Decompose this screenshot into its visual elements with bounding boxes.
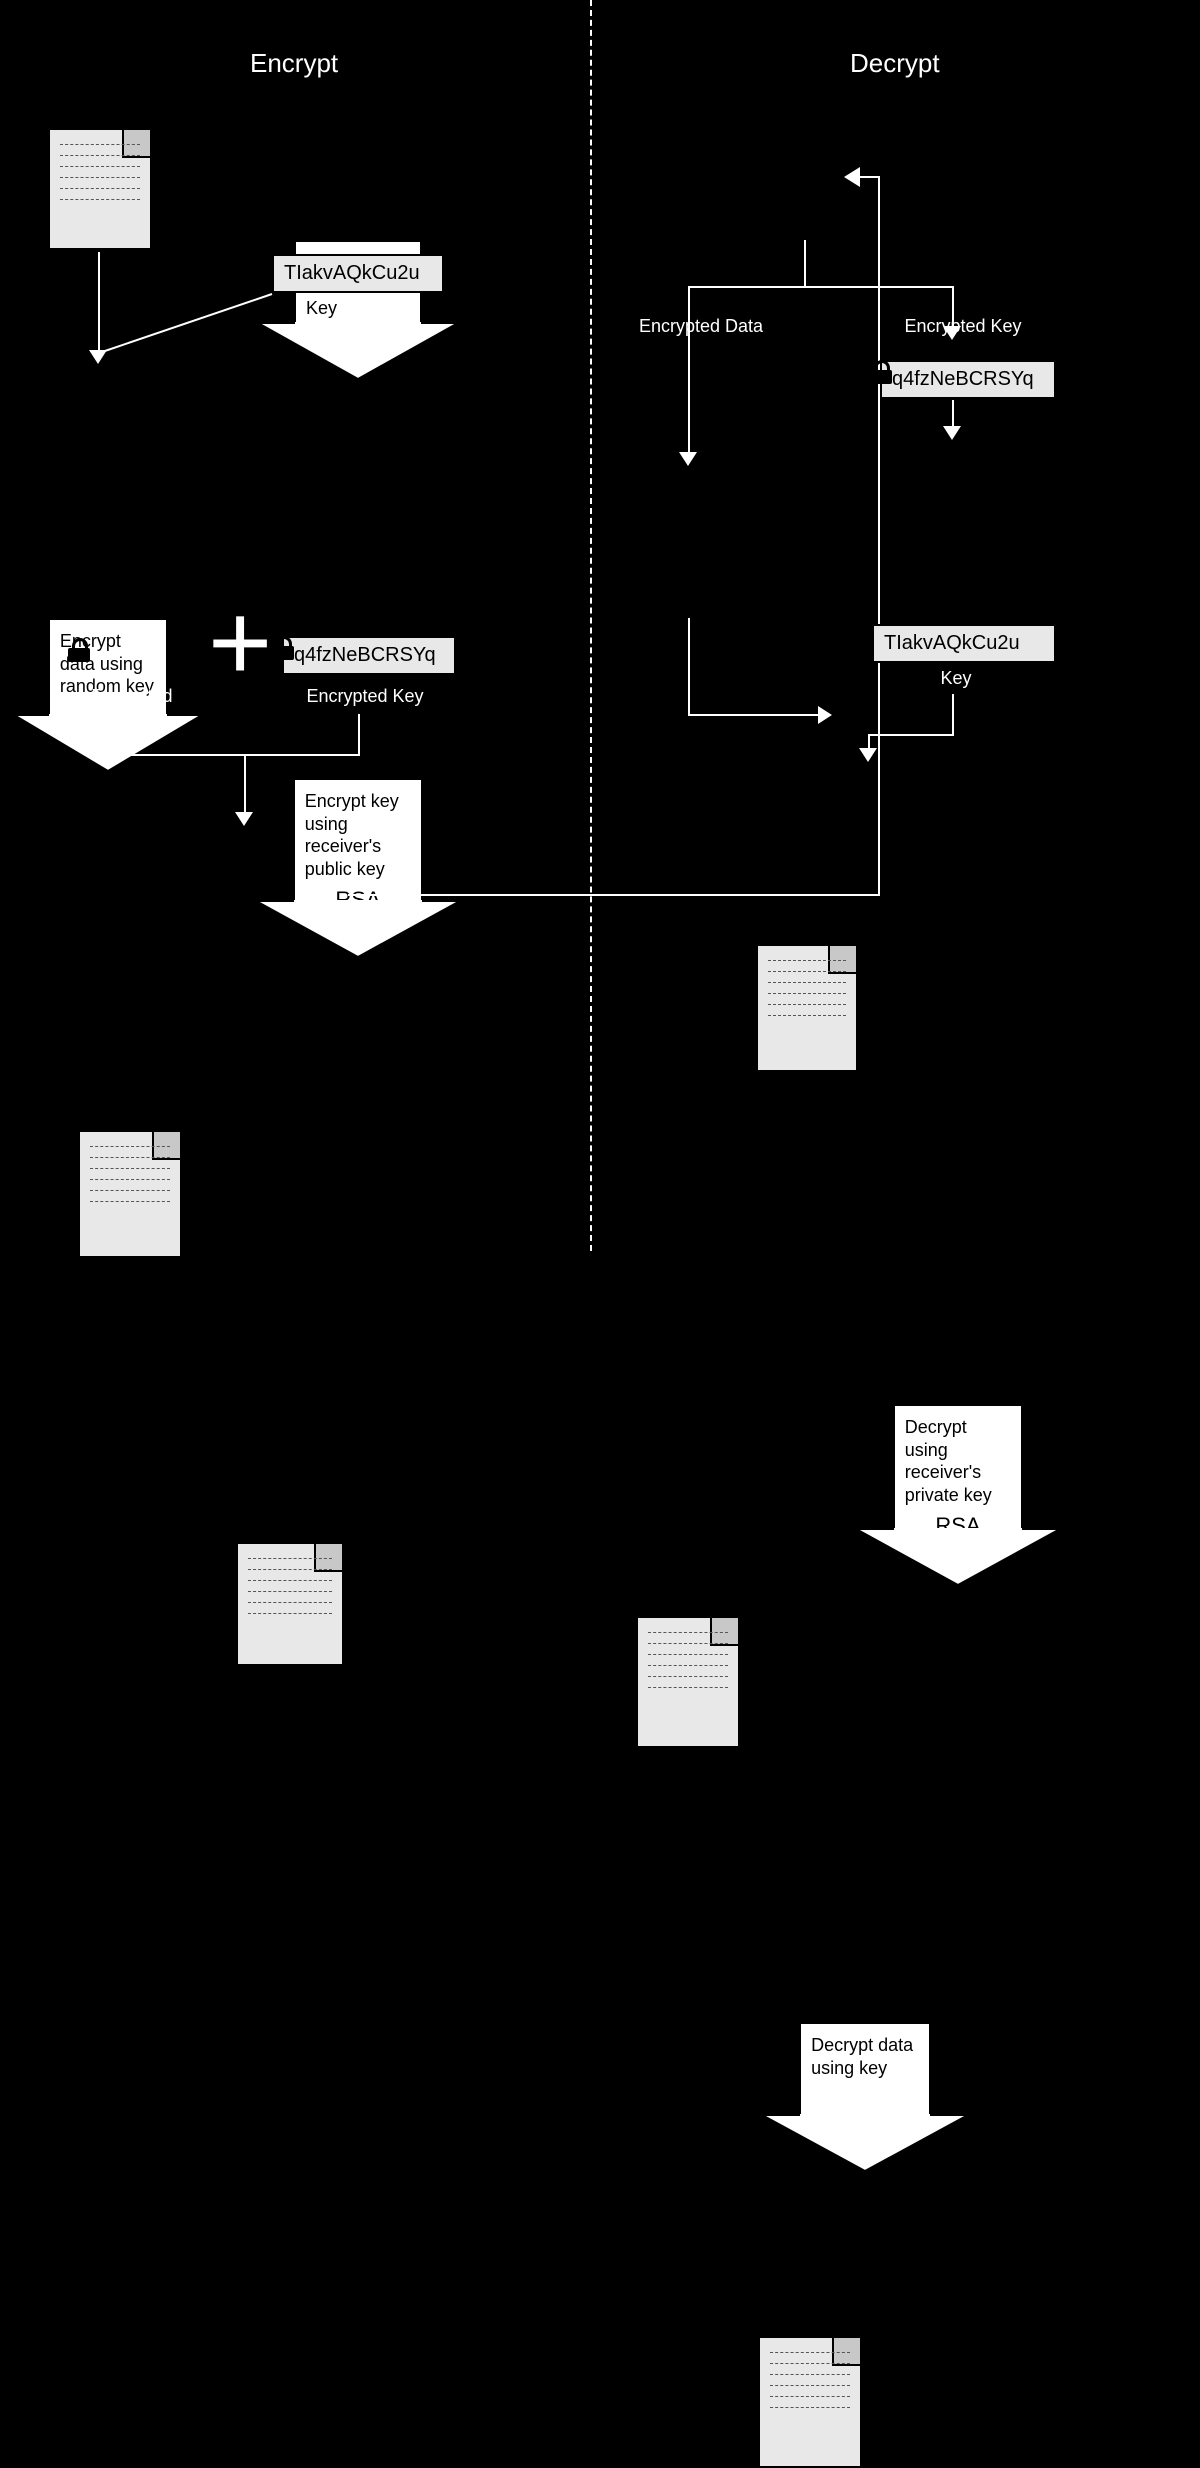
connector bbox=[244, 754, 246, 814]
connector bbox=[868, 734, 954, 736]
connector bbox=[952, 694, 954, 734]
encrypted-key-text: q4fzNeBCRSYq bbox=[892, 368, 1034, 390]
arrowhead-left-icon bbox=[844, 167, 860, 187]
connector bbox=[688, 286, 954, 288]
package-document-icon bbox=[756, 944, 858, 1072]
encrypted-key-label: Encrypted Key bbox=[898, 316, 1028, 337]
plus-icon: + bbox=[208, 588, 272, 698]
lock-icon bbox=[226, 918, 248, 942]
encrypted-key-text: q4fzNeBCRSYq bbox=[294, 644, 436, 666]
connector bbox=[858, 176, 880, 178]
connector bbox=[90, 290, 290, 370]
lock-icon bbox=[272, 636, 294, 660]
lock-icon bbox=[626, 576, 648, 600]
connector bbox=[804, 240, 806, 286]
arrowhead-down-icon bbox=[943, 426, 961, 440]
encrypt-title: Encrypt bbox=[250, 48, 338, 79]
encrypted-key-box: q4fzNeBCRSYq bbox=[282, 636, 456, 675]
random-key-box: TIakvAQkCu2u bbox=[272, 254, 444, 293]
key-label: Key bbox=[916, 668, 996, 689]
connector bbox=[128, 714, 130, 754]
encrypted-document-icon bbox=[78, 1130, 182, 1258]
arrowhead-down-icon bbox=[859, 748, 877, 762]
connector bbox=[354, 294, 356, 352]
plain-document-icon bbox=[48, 128, 152, 250]
connector bbox=[688, 618, 690, 714]
encrypted-data-label: Encrypted Data bbox=[636, 316, 766, 337]
random-key-text: TIakvAQkCu2u bbox=[284, 262, 420, 284]
connector bbox=[952, 400, 954, 428]
lock-icon bbox=[68, 638, 90, 662]
decrypt-key-arrow: Decrypt using receiver's private key RSA bbox=[856, 1404, 1060, 1574]
arrowhead-down-icon bbox=[345, 350, 363, 364]
arrowhead-down-icon bbox=[235, 812, 253, 826]
decrypt-data-arrow: Decrypt data using key bbox=[762, 2022, 968, 2172]
column-separator bbox=[590, 0, 592, 1251]
connector bbox=[688, 286, 690, 454]
decrypted-key-text: TIakvAQkCu2u bbox=[884, 632, 1020, 654]
encrypted-data-label: Encrypted Data bbox=[72, 686, 192, 728]
encrypted-key-box: q4fzNeBCRSYq bbox=[880, 360, 1056, 399]
connector bbox=[348, 894, 878, 896]
plain-document-icon bbox=[758, 2336, 862, 2468]
encrypt-key-label: Encrypt key using receiver's public key bbox=[305, 791, 399, 879]
decrypted-key-box: TIakvAQkCu2u bbox=[872, 624, 1056, 663]
connector bbox=[878, 176, 880, 896]
arrowhead-down-icon bbox=[679, 452, 697, 466]
decrypt-title: Decrypt bbox=[850, 48, 940, 79]
arrowhead-right-icon bbox=[818, 706, 832, 724]
encrypted-key-label: Encrypted Key bbox=[300, 686, 430, 707]
lock-icon bbox=[870, 360, 892, 384]
decrypt-data-label: Decrypt data using key bbox=[811, 2035, 913, 2078]
encrypt-key-arrow: Encrypt key using receiver's public key … bbox=[256, 778, 460, 946]
connector bbox=[358, 714, 360, 754]
package-document-icon bbox=[236, 1542, 344, 1666]
decrypt-key-label: Decrypt using receiver's private key bbox=[905, 1417, 992, 1505]
connector bbox=[688, 714, 820, 716]
encrypted-document-icon bbox=[636, 1616, 740, 1748]
lock-icon bbox=[746, 200, 768, 224]
